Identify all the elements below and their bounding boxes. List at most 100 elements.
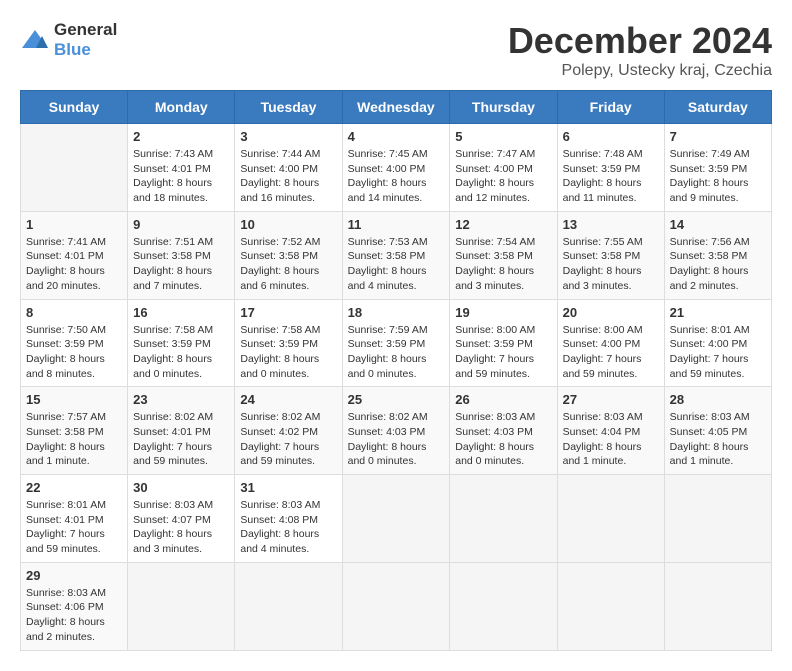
day-number: 19 (455, 305, 551, 320)
day-info: Sunrise: 8:02 AM Sunset: 4:02 PM Dayligh… (240, 410, 336, 469)
day-number: 29 (26, 568, 122, 583)
day-info: Sunrise: 7:43 AM Sunset: 4:01 PM Dayligh… (133, 147, 229, 206)
calendar-cell: 13 Sunrise: 7:55 AM Sunset: 3:58 PM Dayli… (557, 211, 664, 299)
calendar-cell: 1 Sunrise: 7:41 AM Sunset: 4:01 PM Daylig… (21, 211, 128, 299)
day-number: 8 (26, 305, 122, 320)
calendar-cell (450, 562, 557, 650)
day-info: Sunrise: 7:49 AM Sunset: 3:59 PM Dayligh… (670, 147, 766, 206)
location-title: Polepy, Ustecky kraj, Czechia (508, 62, 772, 80)
weekday-header-thursday: Thursday (450, 91, 557, 124)
page-header: General Blue December 2024 Polepy, Ustec… (20, 20, 772, 80)
calendar-week-4: 22 Sunrise: 8:01 AM Sunset: 4:01 PM Dayli… (21, 475, 772, 563)
weekday-header-row: SundayMondayTuesdayWednesdayThursdayFrid… (21, 91, 772, 124)
weekday-header-monday: Monday (128, 91, 235, 124)
calendar-cell: 17Sunrise: 7:58 AM Sunset: 3:59 PM Dayli… (235, 299, 342, 387)
logo-general: General (54, 20, 117, 39)
day-info: Sunrise: 7:53 AM Sunset: 3:58 PM Dayligh… (348, 235, 445, 294)
calendar-cell (21, 124, 128, 212)
logo-icon (20, 28, 50, 52)
calendar-cell (128, 562, 235, 650)
calendar-cell: 16 Sunrise: 7:58 AM Sunset: 3:59 PM Dayli… (128, 299, 235, 387)
day-info: Sunrise: 8:02 AM Sunset: 4:03 PM Dayligh… (348, 410, 445, 469)
calendar-cell: 29 Sunrise: 8:03 AM Sunset: 4:06 PM Dayli… (21, 562, 128, 650)
calendar-cell: 10Sunrise: 7:52 AM Sunset: 3:58 PM Dayli… (235, 211, 342, 299)
day-info: Sunrise: 7:58 AM Sunset: 3:59 PM Dayligh… (133, 323, 229, 382)
calendar-cell: 26Sunrise: 8:03 AM Sunset: 4:03 PM Dayli… (450, 387, 557, 475)
logo: General Blue (20, 20, 117, 60)
calendar-week-2: 8Sunrise: 7:50 AM Sunset: 3:59 PM Daylig… (21, 299, 772, 387)
day-number: 31 (240, 480, 336, 495)
day-info: Sunrise: 8:03 AM Sunset: 4:05 PM Dayligh… (670, 410, 766, 469)
day-info: Sunrise: 7:48 AM Sunset: 3:59 PM Dayligh… (563, 147, 659, 206)
day-number: 23 (133, 392, 229, 407)
calendar-week-5: 29 Sunrise: 8:03 AM Sunset: 4:06 PM Dayli… (21, 562, 772, 650)
calendar-cell: 3Sunrise: 7:44 AM Sunset: 4:00 PM Daylig… (235, 124, 342, 212)
calendar-cell (557, 475, 664, 563)
calendar-cell: 14 Sunrise: 7:56 AM Sunset: 3:58 PM Dayli… (664, 211, 771, 299)
calendar-cell: 2 Sunrise: 7:43 AM Sunset: 4:01 PM Daylig… (128, 124, 235, 212)
calendar-cell (664, 562, 771, 650)
calendar-cell: 19 Sunrise: 8:00 AM Sunset: 3:59 PM Dayli… (450, 299, 557, 387)
day-number: 9 (133, 217, 229, 232)
calendar-week-1: 1 Sunrise: 7:41 AM Sunset: 4:01 PM Daylig… (21, 211, 772, 299)
calendar-cell: 24 Sunrise: 8:02 AM Sunset: 4:02 PM Dayli… (235, 387, 342, 475)
day-number: 16 (133, 305, 229, 320)
day-number: 11 (348, 217, 445, 232)
day-info: Sunrise: 7:51 AM Sunset: 3:58 PM Dayligh… (133, 235, 229, 294)
calendar-cell (235, 562, 342, 650)
day-number: 15 (26, 392, 122, 407)
day-number: 1 (26, 217, 122, 232)
day-number: 21 (670, 305, 766, 320)
day-number: 3 (240, 129, 336, 144)
day-info: Sunrise: 7:55 AM Sunset: 3:58 PM Dayligh… (563, 235, 659, 294)
day-info: Sunrise: 8:03 AM Sunset: 4:03 PM Dayligh… (455, 410, 551, 469)
day-info: Sunrise: 7:58 AM Sunset: 3:59 PM Dayligh… (240, 323, 336, 382)
day-number: 27 (563, 392, 659, 407)
calendar-cell: 25Sunrise: 8:02 AM Sunset: 4:03 PM Dayli… (342, 387, 450, 475)
day-number: 14 (670, 217, 766, 232)
calendar-week-3: 15 Sunrise: 7:57 AM Sunset: 3:58 PM Dayli… (21, 387, 772, 475)
day-info: Sunrise: 7:54 AM Sunset: 3:58 PM Dayligh… (455, 235, 551, 294)
weekday-header-friday: Friday (557, 91, 664, 124)
day-number: 30 (133, 480, 229, 495)
calendar-cell: 15 Sunrise: 7:57 AM Sunset: 3:58 PM Dayli… (21, 387, 128, 475)
day-number: 22 (26, 480, 122, 495)
day-number: 18 (348, 305, 445, 320)
logo-blue: Blue (54, 40, 91, 59)
calendar-cell: 31Sunrise: 8:03 AM Sunset: 4:08 PM Dayli… (235, 475, 342, 563)
calendar-cell (450, 475, 557, 563)
weekday-header-wednesday: Wednesday (342, 91, 450, 124)
calendar-cell: 9 Sunrise: 7:51 AM Sunset: 3:58 PM Daylig… (128, 211, 235, 299)
day-number: 2 (133, 129, 229, 144)
calendar-cell: 18Sunrise: 7:59 AM Sunset: 3:59 PM Dayli… (342, 299, 450, 387)
calendar-cell: 5Sunrise: 7:47 AM Sunset: 4:00 PM Daylig… (450, 124, 557, 212)
day-number: 13 (563, 217, 659, 232)
day-number: 12 (455, 217, 551, 232)
day-info: Sunrise: 8:03 AM Sunset: 4:06 PM Dayligh… (26, 586, 122, 645)
day-info: Sunrise: 7:57 AM Sunset: 3:58 PM Dayligh… (26, 410, 122, 469)
logo-text: General Blue (54, 20, 117, 60)
weekday-header-tuesday: Tuesday (235, 91, 342, 124)
day-number: 24 (240, 392, 336, 407)
day-number: 4 (348, 129, 445, 144)
calendar-cell: 27Sunrise: 8:03 AM Sunset: 4:04 PM Dayli… (557, 387, 664, 475)
calendar-cell: 23 Sunrise: 8:02 AM Sunset: 4:01 PM Dayli… (128, 387, 235, 475)
calendar-cell (342, 475, 450, 563)
day-info: Sunrise: 7:41 AM Sunset: 4:01 PM Dayligh… (26, 235, 122, 294)
day-number: 7 (670, 129, 766, 144)
calendar: SundayMondayTuesdayWednesdayThursdayFrid… (20, 90, 772, 651)
calendar-cell (342, 562, 450, 650)
day-number: 10 (240, 217, 336, 232)
calendar-week-0: 2 Sunrise: 7:43 AM Sunset: 4:01 PM Daylig… (21, 124, 772, 212)
calendar-cell (557, 562, 664, 650)
weekday-header-saturday: Saturday (664, 91, 771, 124)
day-info: Sunrise: 8:00 AM Sunset: 3:59 PM Dayligh… (455, 323, 551, 382)
day-info: Sunrise: 7:56 AM Sunset: 3:58 PM Dayligh… (670, 235, 766, 294)
calendar-cell: 11 Sunrise: 7:53 AM Sunset: 3:58 PM Dayli… (342, 211, 450, 299)
calendar-cell: 7 Sunrise: 7:49 AM Sunset: 3:59 PM Daylig… (664, 124, 771, 212)
calendar-cell (664, 475, 771, 563)
day-info: Sunrise: 8:01 AM Sunset: 4:01 PM Dayligh… (26, 498, 122, 557)
day-info: Sunrise: 8:02 AM Sunset: 4:01 PM Dayligh… (133, 410, 229, 469)
calendar-cell: 28Sunrise: 8:03 AM Sunset: 4:05 PM Dayli… (664, 387, 771, 475)
calendar-cell: 8Sunrise: 7:50 AM Sunset: 3:59 PM Daylig… (21, 299, 128, 387)
